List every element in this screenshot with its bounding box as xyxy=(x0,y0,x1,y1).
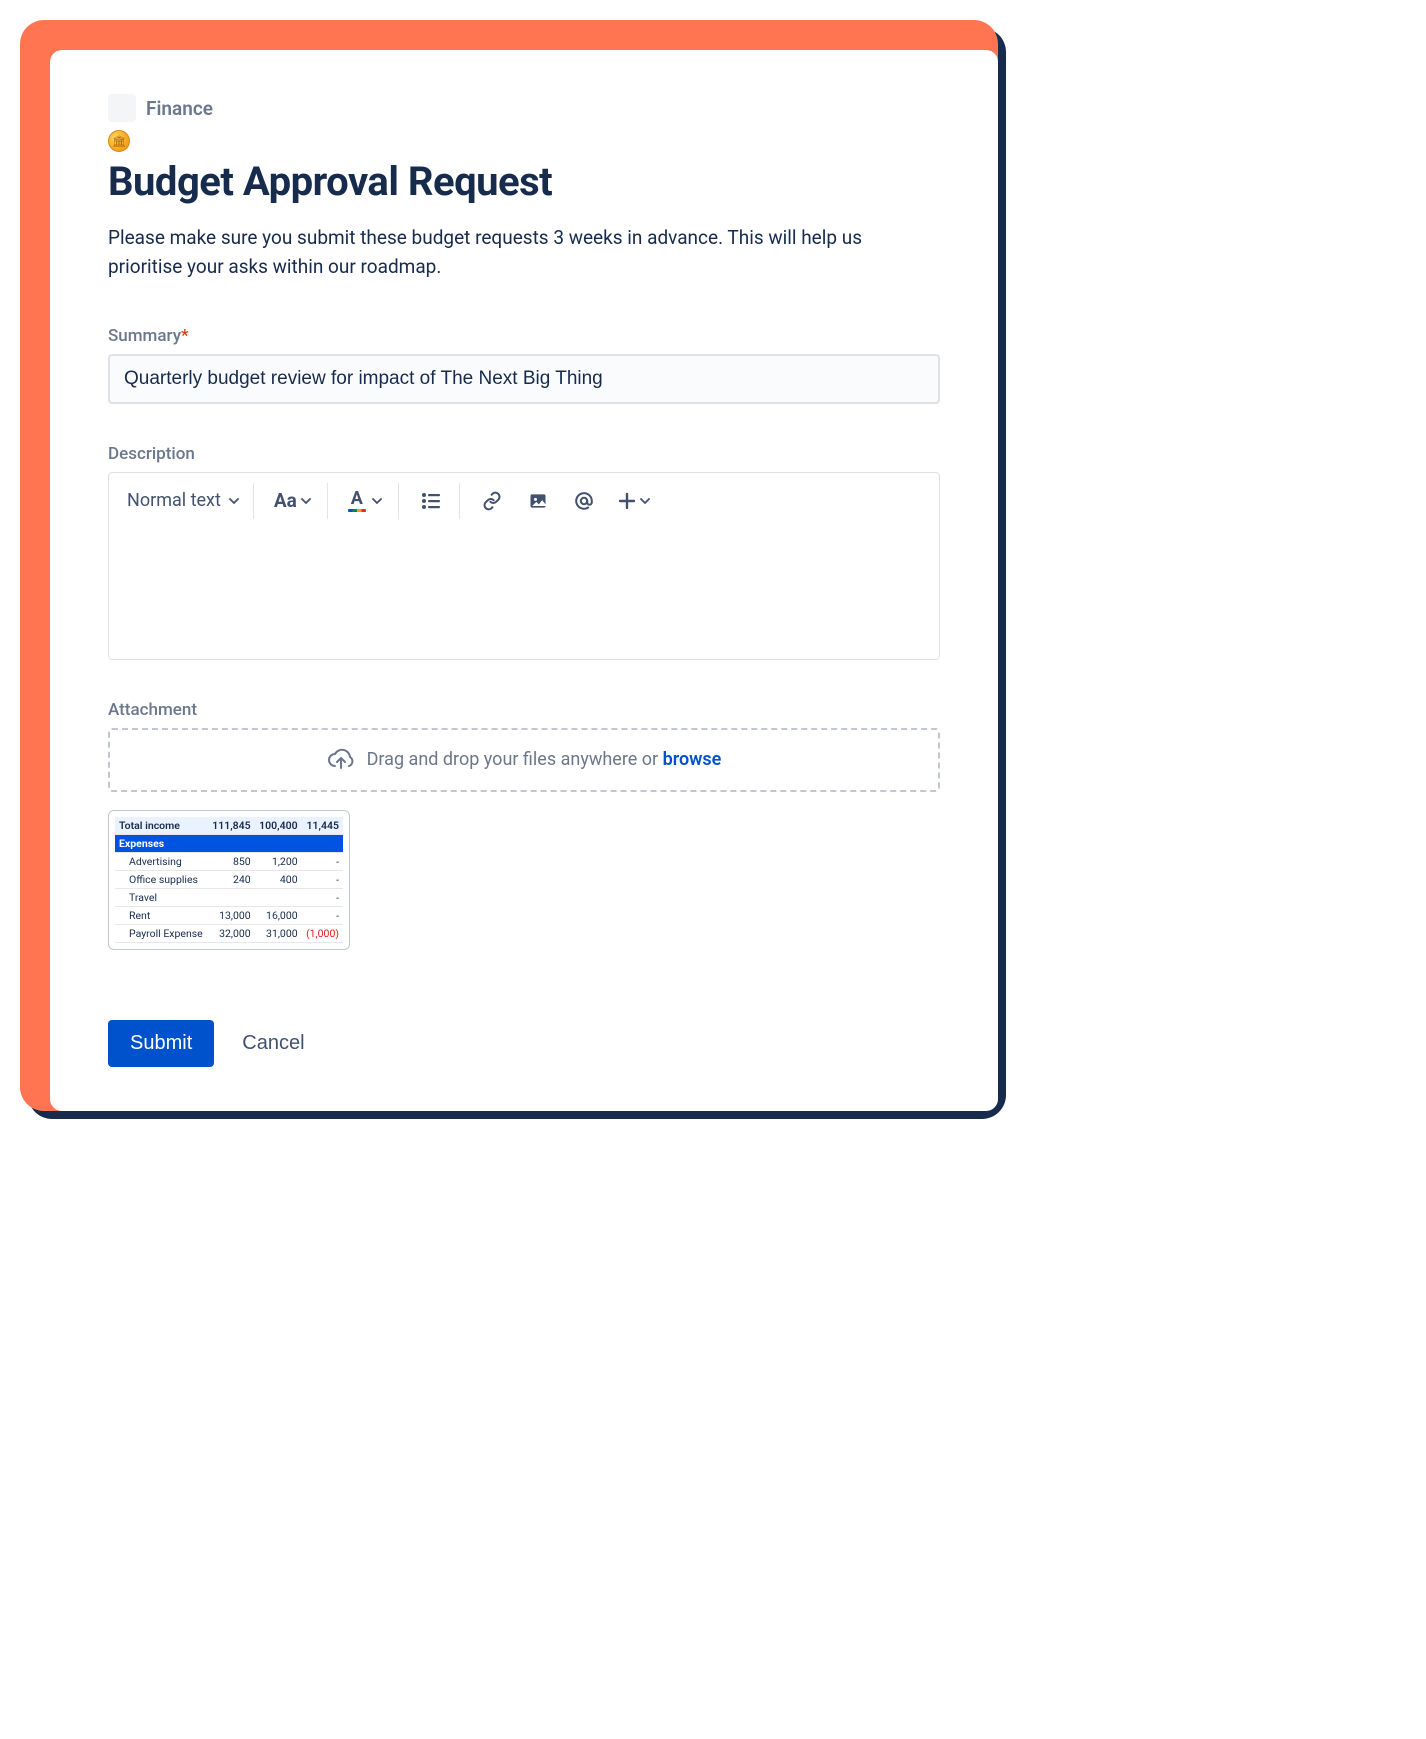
attachment-dropzone[interactable]: Drag and drop your files anywhere or bro… xyxy=(108,728,940,792)
thumb-cell: 1,200 xyxy=(255,852,302,870)
form-actions: Submit Cancel xyxy=(108,1020,940,1067)
chevron-down-icon xyxy=(229,496,239,506)
thumb-cell: (1,000) xyxy=(302,924,343,942)
summary-field-group: Summary* xyxy=(108,326,940,404)
mention-button[interactable] xyxy=(568,485,600,517)
submit-button[interactable]: Submit xyxy=(108,1020,214,1067)
thumb-cell: 100,400 xyxy=(255,817,302,835)
thumb-section-header: Expenses xyxy=(115,834,343,852)
thumb-row: Advertising 850 1,200 - xyxy=(115,852,343,870)
thumb-cell: 13,000 xyxy=(208,906,255,924)
thumb-cell: Total income xyxy=(115,817,208,835)
project-icon-placeholder xyxy=(108,94,136,122)
thumb-cell: - xyxy=(302,906,343,924)
thumb-row: Travel - xyxy=(115,888,343,906)
image-button[interactable] xyxy=(522,485,554,517)
attachment-drop-prefix: Drag and drop your files anywhere or xyxy=(367,749,663,770)
attachment-label: Attachment xyxy=(108,700,940,720)
thumb-cell: 400 xyxy=(255,870,302,888)
text-case-label: Aa xyxy=(274,489,297,512)
text-case-button[interactable]: Aa xyxy=(270,485,315,517)
attachment-field-group: Attachment Drag and drop your files anyw… xyxy=(108,700,940,950)
thumb-cell: Travel xyxy=(115,888,208,906)
request-form-card: Finance 🏛 Budget Approval Request Please… xyxy=(50,50,998,1111)
bullet-list-icon xyxy=(421,492,441,510)
thumb-cell: Payroll Expense xyxy=(115,924,208,942)
chevron-down-icon xyxy=(372,496,382,506)
cloud-upload-icon xyxy=(327,748,355,772)
cancel-button[interactable]: Cancel xyxy=(242,1032,304,1055)
attachment-browse-link[interactable]: browse xyxy=(663,749,722,770)
description-editor-body[interactable] xyxy=(109,529,939,659)
thumb-cell: - xyxy=(302,870,343,888)
thumb-row: Office supplies 240 400 - xyxy=(115,870,343,888)
thumb-cell: 11,445 xyxy=(302,817,343,835)
link-icon xyxy=(482,491,502,511)
thumb-cell xyxy=(208,888,255,906)
thumb-cell: - xyxy=(302,888,343,906)
text-color-icon: A xyxy=(348,490,366,512)
thumb-cell xyxy=(255,888,302,906)
thumb-cell: 31,000 xyxy=(255,924,302,942)
thumb-total-row: Total income 111,845 100,400 11,445 xyxy=(115,817,343,835)
thumb-row: Payroll Expense 32,000 31,000 (1,000) xyxy=(115,924,343,942)
summary-label-text: Summary xyxy=(108,326,181,346)
breadcrumb-category[interactable]: Finance xyxy=(146,97,213,120)
link-button[interactable] xyxy=(476,485,508,517)
insert-more-button[interactable] xyxy=(614,485,654,517)
chevron-down-icon xyxy=(640,496,650,506)
attachment-thumbnail[interactable]: Total income 111,845 100,400 11,445 Expe… xyxy=(108,810,350,950)
summary-input[interactable] xyxy=(108,354,940,404)
page-title: Budget Approval Request xyxy=(108,158,940,205)
description-field-group: Description Normal text Aa xyxy=(108,444,940,660)
description-label: Description xyxy=(108,444,940,464)
summary-label: Summary* xyxy=(108,326,940,346)
thumb-cell: Office supplies xyxy=(115,870,208,888)
thumb-cell: 850 xyxy=(208,852,255,870)
thumb-section-label: Expenses xyxy=(115,834,343,852)
coin-icon: 🏛 xyxy=(108,130,130,152)
thumb-cell: 32,000 xyxy=(208,924,255,942)
thumb-cell: 111,845 xyxy=(208,817,255,835)
thumb-cell: Advertising xyxy=(115,852,208,870)
mention-icon xyxy=(573,490,595,512)
plus-icon xyxy=(618,492,636,510)
attachment-drop-text: Drag and drop your files anywhere or bro… xyxy=(367,749,722,770)
thumb-cell: 240 xyxy=(208,870,255,888)
thumb-cell: 16,000 xyxy=(255,906,302,924)
rich-text-editor: Normal text Aa A xyxy=(108,472,940,660)
breadcrumb: Finance xyxy=(108,94,940,122)
image-icon xyxy=(528,491,548,511)
thumb-cell: - xyxy=(302,852,343,870)
bullet-list-button[interactable] xyxy=(415,485,447,517)
chevron-down-icon xyxy=(301,496,311,506)
editor-toolbar: Normal text Aa A xyxy=(109,473,939,529)
text-style-select[interactable]: Normal text xyxy=(125,486,241,515)
page-subtitle: Please make sure you submit these budget… xyxy=(108,223,940,282)
thumb-row: Rent 13,000 16,000 - xyxy=(115,906,343,924)
text-style-label: Normal text xyxy=(127,490,221,511)
text-color-button[interactable]: A xyxy=(344,485,386,517)
required-asterisk: * xyxy=(181,326,189,346)
thumb-cell: Rent xyxy=(115,906,208,924)
